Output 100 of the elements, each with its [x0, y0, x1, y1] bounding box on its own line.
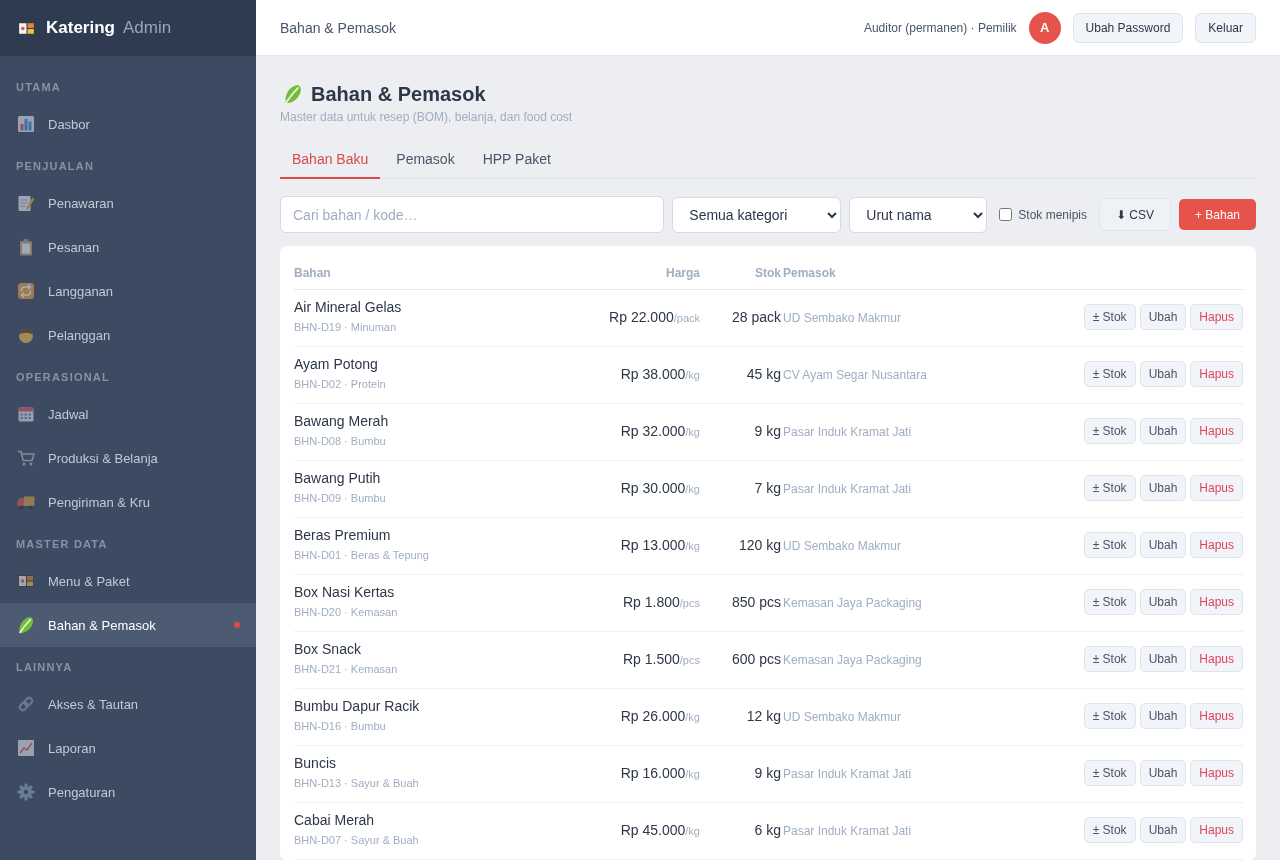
gear-icon	[17, 783, 35, 801]
csv-export-button[interactable]: ⬇ CSV	[1099, 198, 1171, 231]
delete-button[interactable]: Hapus	[1190, 759, 1243, 786]
sidebar-item[interactable]: Pengiriman & Kru	[0, 480, 256, 524]
edit-button[interactable]: Ubah	[1139, 588, 1187, 615]
person-icon	[17, 326, 35, 344]
leaf-icon	[17, 616, 35, 634]
ingredient-name: Bumbu Dapur Racik	[294, 698, 421, 715]
edit-button[interactable]: Ubah	[1139, 474, 1187, 501]
edit-button[interactable]: Ubah	[1139, 702, 1187, 729]
link-icon	[17, 695, 35, 713]
delete-button[interactable]: Hapus	[1190, 588, 1243, 615]
price-text: Rp 30.000/kg	[620, 479, 700, 496]
sidebar-item[interactable]: Akses & Tautan	[0, 682, 256, 726]
sidebar-item[interactable]: Pengaturan	[0, 770, 256, 814]
sidebar-item[interactable]: Dasbor	[0, 102, 256, 146]
edit-button[interactable]: Ubah	[1139, 303, 1187, 330]
ingredient-code: BHN-D08 · Bumbu	[294, 435, 387, 448]
ingredient-code: BHN-D07 · Sayur & Buah	[294, 834, 420, 847]
stock-adjust-button[interactable]: ± Stok	[1083, 645, 1136, 672]
search-field[interactable]: Cari bahan / kode…	[280, 196, 665, 233]
edit-button[interactable]: Ubah	[1139, 816, 1187, 843]
delete-button[interactable]: Hapus	[1190, 645, 1243, 672]
sidebar-item[interactable]: Jadwal	[0, 392, 256, 436]
edit-button[interactable]: Ubah	[1139, 360, 1187, 387]
delete-button[interactable]: Hapus	[1190, 531, 1243, 558]
supplier-text: Kemasan Jaya Packaging	[783, 652, 922, 667]
price-text: Rp 13.000/kg	[620, 536, 700, 553]
stock-adjust-button[interactable]: ± Stok	[1083, 759, 1136, 786]
stock-adjust-button[interactable]: ± Stok	[1083, 816, 1136, 843]
bar-chart-icon	[17, 115, 35, 133]
logout-button[interactable]: Keluar	[1195, 12, 1256, 43]
ingredient-code: BHN-D13 · Sayur & Buah	[294, 777, 420, 790]
delete-button[interactable]: Hapus	[1190, 702, 1243, 729]
ingredient-name: Cabai Merah	[294, 812, 376, 829]
delete-button[interactable]: Hapus	[1190, 417, 1243, 444]
sidebar-item[interactable]: Bahan & Pemasok	[0, 603, 256, 647]
bento-box-icon	[17, 572, 35, 590]
ingredient-name: Air Mineral Gelas	[294, 299, 403, 316]
low-stock-checkbox[interactable]	[999, 208, 1013, 221]
sidebar-item[interactable]: Laporan	[0, 726, 256, 770]
edit-button[interactable]: Ubah	[1139, 645, 1187, 672]
supplier-text: Pasar Induk Kramat Jati	[783, 823, 912, 838]
category-select[interactable]: Semua kategori	[672, 196, 842, 233]
section-label: OPERASIONAL	[15, 370, 111, 385]
supplier-text: Kemasan Jaya Packaging	[783, 595, 922, 610]
change-password-button[interactable]: Ubah Password	[1072, 12, 1184, 43]
stock-adjust-button[interactable]: ± Stok	[1083, 360, 1136, 387]
tab[interactable]: Pemasok	[384, 143, 467, 179]
stock-text: 28 pack	[731, 308, 781, 325]
column-header: Stok	[754, 266, 781, 281]
price-text: Rp 32.000/kg	[620, 422, 700, 439]
sidebar-item[interactable]: Pesanan	[0, 225, 256, 269]
sidebar-item[interactable]: Produksi & Belanja	[0, 436, 256, 480]
stock-adjust-button[interactable]: ± Stok	[1083, 417, 1136, 444]
price-text: Rp 45.000/kg	[620, 821, 700, 838]
column-header: Pemasok	[782, 266, 837, 281]
line-chart-icon	[17, 739, 35, 757]
ingredient-code: BHN-D09 · Bumbu	[294, 492, 387, 505]
column-header: Bahan	[294, 266, 332, 281]
edit-button[interactable]: Ubah	[1139, 759, 1187, 786]
sidebar-item[interactable]: Pelanggan	[0, 313, 256, 357]
section-label: LAINNYA	[15, 660, 74, 675]
sidebar-item[interactable]: Menu & Paket	[0, 559, 256, 603]
add-ingredient-button[interactable]: + Bahan	[1179, 199, 1256, 230]
supplier-text: Pasar Induk Kramat Jati	[783, 481, 912, 496]
supplier-text: UD Sembako Makmur	[783, 538, 902, 553]
supplier-text: UD Sembako Makmur	[783, 709, 902, 724]
delete-button[interactable]: Hapus	[1190, 360, 1243, 387]
ingredient-code: BHN-D20 · Kemasan	[294, 606, 399, 619]
ingredient-code: BHN-D19 · Minuman	[294, 321, 398, 334]
stock-text: 45 kg	[746, 365, 781, 382]
ingredient-code: BHN-D02 · Protein	[294, 378, 387, 391]
checkbox-label[interactable]: Stok menipis	[1018, 207, 1087, 222]
memo-icon	[17, 194, 35, 212]
ingredient-name: Box Snack	[294, 641, 362, 658]
price-text: Rp 38.000/kg	[620, 365, 700, 382]
section-label: MASTER DATA	[15, 537, 109, 552]
delete-button[interactable]: Hapus	[1190, 474, 1243, 501]
tab[interactable]: Bahan Baku	[280, 143, 381, 179]
sidebar-item[interactable]: Penawaran	[0, 181, 256, 225]
edit-button[interactable]: Ubah	[1139, 417, 1187, 444]
repeat-icon	[17, 282, 35, 300]
stock-adjust-button[interactable]: ± Stok	[1083, 303, 1136, 330]
leaf-icon	[283, 84, 303, 104]
stock-adjust-button[interactable]: ± Stok	[1083, 531, 1136, 558]
price-text: Rp 22.000/pack	[609, 308, 700, 325]
delete-button[interactable]: Hapus	[1190, 816, 1243, 843]
sort-select[interactable]: Urut nama	[849, 196, 988, 233]
supplier-text: UD Sembako Makmur	[783, 310, 902, 325]
stock-adjust-button[interactable]: ± Stok	[1083, 702, 1136, 729]
sidebar-item[interactable]: Langganan	[0, 269, 256, 313]
ingredient-name: Buncis	[294, 755, 338, 772]
delete-button[interactable]: Hapus	[1190, 303, 1243, 330]
stock-adjust-button[interactable]: ± Stok	[1083, 588, 1136, 615]
ingredient-code: BHN-D16 · Bumbu	[294, 720, 387, 733]
edit-button[interactable]: Ubah	[1139, 531, 1187, 558]
stock-adjust-button[interactable]: ± Stok	[1083, 474, 1136, 501]
tab[interactable]: HPP Paket	[470, 143, 563, 179]
page-subtitle: Master data untuk resep (BOM), belanja, dan food cost	[280, 110, 574, 125]
